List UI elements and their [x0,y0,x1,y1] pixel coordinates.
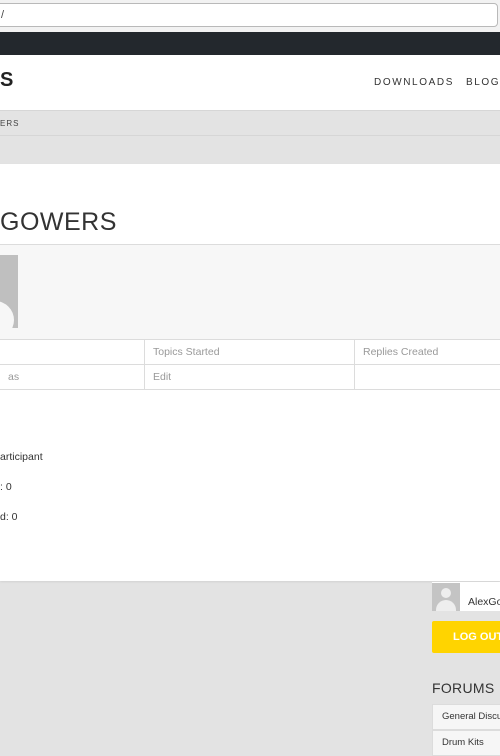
tab-empty [355,365,500,390]
avatar [0,255,18,328]
browser-toolbar: / [0,0,500,32]
avatar-silhouette [0,301,14,328]
tab-replies-created[interactable]: Replies Created [355,340,500,365]
breadcrumb: ERS [0,119,20,128]
tab-profile[interactable] [0,340,145,365]
site-header: S DOWNLOADS BLOG [0,55,500,110]
user-avatar-icon [432,583,460,611]
avatar-head [441,588,451,598]
logout-button[interactable]: LOG OUT [432,621,500,653]
forum-link-drum-kits[interactable]: Drum Kits [432,730,500,756]
admin-bar [0,32,500,55]
tab-edit[interactable]: Edit [145,365,355,390]
replies-created-count: d: 0 [0,511,18,523]
forum-link-general[interactable]: General Discu [432,704,500,730]
profile-tabs: Topics Started Replies Created as Edit [0,339,500,390]
site-logo[interactable]: S [0,69,14,92]
nav-downloads[interactable]: DOWNLOADS [374,77,454,88]
topics-started-count: : 0 [0,481,12,493]
user-name[interactable]: AlexGo [468,596,500,608]
profile-card: GOWERS Topics Started Replies Created as… [0,164,500,581]
tab-subscriptions[interactable]: as [0,365,145,390]
breadcrumb-band: ERS [0,110,500,136]
tab-topics-started[interactable]: Topics Started [145,340,355,365]
avatar-body [436,600,456,611]
page-title: GOWERS [0,208,117,236]
forum-role: articipant [0,451,43,463]
profile-header [0,245,500,339]
address-bar[interactable]: / [0,3,498,27]
forums-heading: FORUMS [432,680,495,696]
nav-blog[interactable]: BLOG [466,77,500,88]
